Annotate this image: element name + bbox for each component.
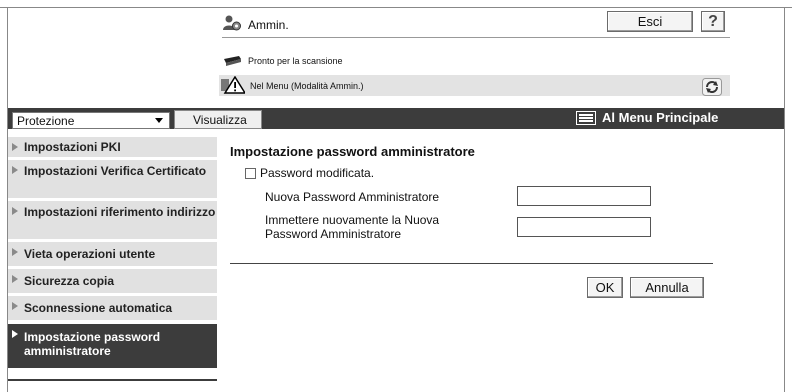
sidebar-item-auto-logout[interactable]: Sconnessione automatica — [8, 296, 217, 320]
ok-button[interactable]: OK — [587, 277, 623, 298]
sidebar-item-label: Sconnessione automatica — [24, 301, 173, 315]
form-divider — [230, 263, 713, 264]
password-changed-checkbox-row[interactable]: Password modificata. — [245, 166, 374, 180]
header-divider — [222, 37, 730, 38]
sidebar-item-label: Impostazione password amministratore — [24, 330, 161, 358]
new-password-field[interactable] — [517, 186, 651, 206]
category-select-value: Protezione — [17, 113, 75, 128]
sidebar-item-admin-password[interactable]: Impostazione password amministratore — [8, 324, 217, 368]
scan-status: Pronto per la scansione — [222, 53, 343, 69]
sidebar-bottom-divider — [8, 379, 217, 381]
admin-user-icon — [222, 14, 242, 35]
sidebar-item-label: Impostazioni Verifica Certificato — [24, 164, 207, 178]
main-menu-link[interactable]: Al Menu Principale — [576, 110, 718, 125]
sidebar-item-label: Impostazioni riferimento indirizzo — [24, 205, 216, 219]
view-button[interactable]: Visualizza — [174, 110, 262, 129]
help-button[interactable]: ? — [701, 11, 725, 32]
triangle-right-icon — [12, 275, 18, 283]
new-password-label: Nuova Password Amministratore — [265, 190, 440, 204]
sidebar-item-label: Impostazioni PKI — [24, 140, 121, 154]
sidebar-item-copy-security[interactable]: Sicurezza copia — [8, 269, 217, 293]
scanner-icon — [222, 53, 242, 69]
main-menu-label: Al Menu Principale — [602, 110, 719, 125]
sidebar-item-label: Vieta operazioni utente — [24, 247, 156, 261]
menu-status-text: Nel Menu (Modalità Ammin.) — [250, 80, 364, 91]
scan-status-text: Pronto per la scansione — [248, 56, 343, 66]
sidebar-item-prohibit-operations[interactable]: Vieta operazioni utente — [8, 242, 217, 266]
triangle-right-icon — [12, 207, 18, 215]
triangle-right-icon — [12, 330, 18, 338]
page-title: Impostazione password amministratore — [230, 144, 475, 159]
user-name: Ammin. — [248, 17, 289, 32]
menu-icon — [576, 110, 596, 125]
sidebar-item-certificate[interactable]: Impostazioni Verifica Certificato — [8, 160, 217, 198]
menu-status: Nel Menu (Modalità Ammin.) — [219, 75, 730, 96]
category-select[interactable]: Protezione — [12, 112, 170, 129]
sidebar-item-label: Sicurezza copia — [24, 274, 115, 288]
triangle-right-icon — [12, 143, 18, 151]
triangle-right-icon — [12, 166, 18, 174]
confirm-password-field[interactable] — [517, 217, 651, 237]
logout-button[interactable]: Esci — [607, 11, 693, 32]
cancel-button[interactable]: Annulla — [630, 277, 704, 298]
refresh-icon[interactable] — [702, 78, 722, 96]
right-border — [784, 7, 785, 392]
password-changed-label: Password modificata. — [260, 166, 375, 180]
password-changed-checkbox[interactable] — [245, 167, 256, 179]
sidebar-item-address-reference[interactable]: Impostazioni riferimento indirizzo — [8, 201, 217, 239]
top-border — [0, 7, 792, 8]
triangle-right-icon — [12, 248, 18, 256]
chevron-down-icon — [155, 118, 163, 123]
sidebar-item-pki[interactable]: Impostazioni PKI — [8, 137, 217, 157]
triangle-right-icon — [12, 302, 18, 310]
confirm-password-label: Immettere nuovamente la Nuova Password A… — [265, 213, 440, 241]
warning-icon — [221, 75, 247, 96]
user-info: Ammin. — [222, 14, 289, 35]
